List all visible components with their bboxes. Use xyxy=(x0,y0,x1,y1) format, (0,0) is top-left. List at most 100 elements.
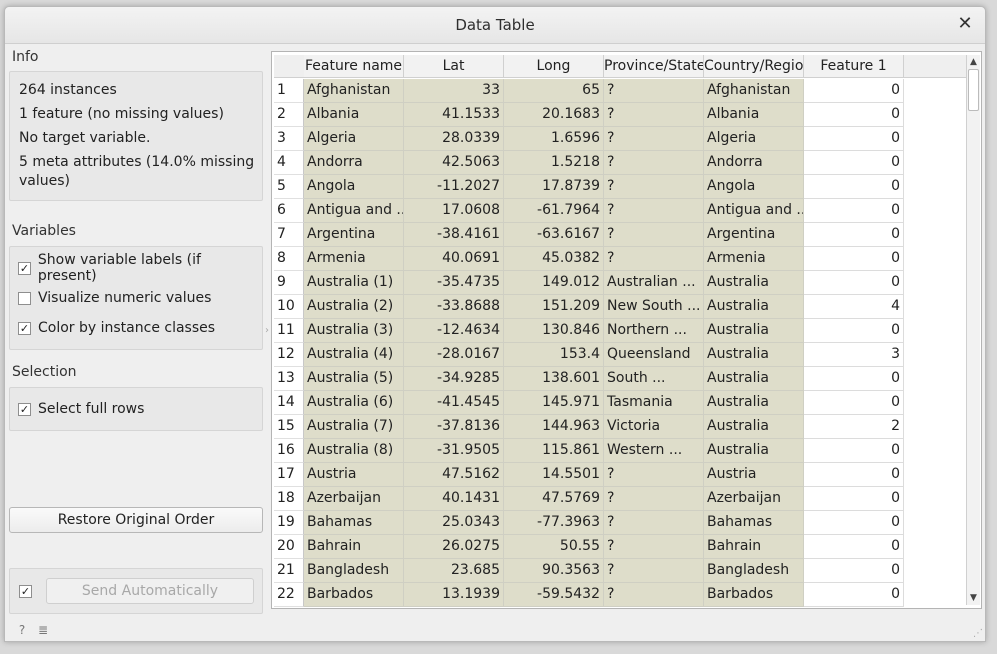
color-by-class-checkbox[interactable]: ✓ xyxy=(18,321,31,335)
country-region-cell[interactable]: Afghanistan xyxy=(704,79,804,103)
feature-name-cell[interactable]: Australia (8) xyxy=(304,439,404,463)
lat-cell[interactable]: 42.5063 xyxy=(404,151,504,175)
feature-1-cell[interactable]: 0 xyxy=(804,223,904,247)
province-state-cell[interactable]: ? xyxy=(604,79,704,103)
country-region-cell[interactable]: Albania xyxy=(704,103,804,127)
table-row[interactable]: 2 Albania 41.1533 20.1683? Albania 0 xyxy=(274,103,904,127)
province-state-cell[interactable]: ? xyxy=(604,175,704,199)
province-state-cell[interactable]: South ... xyxy=(604,367,704,391)
col-country-region-header[interactable]: Country/Region xyxy=(704,55,804,78)
feature-name-cell[interactable]: Armenia xyxy=(304,247,404,271)
select-full-rows-checkbox[interactable]: ✓ xyxy=(18,402,31,416)
country-region-cell[interactable]: Australia xyxy=(704,367,804,391)
col-long-header[interactable]: Long xyxy=(504,55,604,78)
province-state-cell[interactable]: New South ... xyxy=(604,295,704,319)
row-index[interactable]: 11 xyxy=(274,319,304,343)
table-row[interactable]: 5 Angola -11.2027 17.8739? Angola 0 xyxy=(274,175,904,199)
table-row[interactable]: 16 Australia (8) -31.9505 115.861 Western ..… xyxy=(274,439,904,463)
country-region-cell[interactable]: Argentina xyxy=(704,223,804,247)
feature-1-cell[interactable]: 0 xyxy=(804,511,904,535)
country-region-cell[interactable]: Andorra xyxy=(704,151,804,175)
country-region-cell[interactable]: Azerbaijan xyxy=(704,487,804,511)
country-region-cell[interactable]: Algeria xyxy=(704,127,804,151)
long-cell[interactable]: 130.846 xyxy=(504,319,604,343)
corner-header[interactable] xyxy=(274,55,304,78)
lat-cell[interactable]: 23.685 xyxy=(404,559,504,583)
feature-name-cell[interactable]: Australia (1) xyxy=(304,271,404,295)
long-cell[interactable]: 149.012 xyxy=(504,271,604,295)
feature-1-cell[interactable]: 0 xyxy=(804,535,904,559)
long-cell[interactable]: 45.0382 xyxy=(504,247,604,271)
row-index[interactable]: 19 xyxy=(274,511,304,535)
feature-name-cell[interactable]: Australia (7) xyxy=(304,415,404,439)
table-row[interactable]: 4 Andorra 42.5063 1.5218? Andorra 0 xyxy=(274,151,904,175)
table-row[interactable]: 15 Australia (7) -37.8136 144.963 Victoria Au… xyxy=(274,415,904,439)
province-state-cell[interactable]: ? xyxy=(604,535,704,559)
long-cell[interactable]: 151.209 xyxy=(504,295,604,319)
table-row[interactable]: 19 Bahamas 25.0343 -77.3963? Bahamas 0 xyxy=(274,511,904,535)
long-cell[interactable]: 1.6596 xyxy=(504,127,604,151)
show-labels-checkbox[interactable]: ✓ xyxy=(18,261,31,275)
lat-cell[interactable]: -31.9505 xyxy=(404,439,504,463)
feature-name-cell[interactable]: Bahrain xyxy=(304,535,404,559)
province-state-cell[interactable]: ? xyxy=(604,223,704,247)
country-region-cell[interactable]: Austria xyxy=(704,463,804,487)
select-full-rows-option[interactable]: ✓ Select full rows xyxy=(18,399,144,419)
lat-cell[interactable]: 47.5162 xyxy=(404,463,504,487)
table-row[interactable]: 22 Barbados 13.1939 -59.5432? Barbados 0 xyxy=(274,583,904,607)
feature-1-cell[interactable]: 0 xyxy=(804,439,904,463)
row-index[interactable]: 1 xyxy=(274,79,304,103)
table-row[interactable]: 8 Armenia 40.0691 45.0382? Armenia 0 xyxy=(274,247,904,271)
scroll-up-icon[interactable]: ▲ xyxy=(967,56,980,68)
table-row[interactable]: 12 Australia (4) -28.0167 153.4 Queensland Au… xyxy=(274,343,904,367)
feature-1-cell[interactable]: 0 xyxy=(804,367,904,391)
feature-name-cell[interactable]: Algeria xyxy=(304,127,404,151)
province-state-cell[interactable]: Northern ... xyxy=(604,319,704,343)
feature-name-cell[interactable]: Angola xyxy=(304,175,404,199)
row-index[interactable]: 16 xyxy=(274,439,304,463)
row-index[interactable]: 5 xyxy=(274,175,304,199)
lat-cell[interactable]: 25.0343 xyxy=(404,511,504,535)
province-state-cell[interactable]: ? xyxy=(604,247,704,271)
country-region-cell[interactable]: Australia xyxy=(704,319,804,343)
table-row[interactable]: 13 Australia (5) -34.9285 138.601 South ... A… xyxy=(274,367,904,391)
table-row[interactable]: 11 Australia (3) -12.4634 130.846 Northern .… xyxy=(274,319,904,343)
title-bar[interactable]: Data Table ✕ xyxy=(5,7,985,44)
long-cell[interactable]: 50.55 xyxy=(504,535,604,559)
feature-1-cell[interactable]: 0 xyxy=(804,271,904,295)
table-row[interactable]: 3 Algeria 28.0339 1.6596? Algeria 0 xyxy=(274,127,904,151)
row-index[interactable]: 12 xyxy=(274,343,304,367)
country-region-cell[interactable]: Australia xyxy=(704,439,804,463)
feature-1-cell[interactable]: 4 xyxy=(804,295,904,319)
province-state-cell[interactable]: Australian ... xyxy=(604,271,704,295)
col-feature-name-header[interactable]: Feature name xyxy=(304,55,404,78)
country-region-cell[interactable]: Armenia xyxy=(704,247,804,271)
country-region-cell[interactable]: Bahamas xyxy=(704,511,804,535)
table-row[interactable]: 17 Austria 47.5162 14.5501? Austria 0 xyxy=(274,463,904,487)
country-region-cell[interactable]: Bangladesh xyxy=(704,559,804,583)
long-cell[interactable]: 145.971 xyxy=(504,391,604,415)
lat-cell[interactable]: 41.1533 xyxy=(404,103,504,127)
feature-1-cell[interactable]: 0 xyxy=(804,127,904,151)
province-state-cell[interactable]: ? xyxy=(604,199,704,223)
long-cell[interactable]: 153.4 xyxy=(504,343,604,367)
province-state-cell[interactable]: ? xyxy=(604,151,704,175)
help-icon[interactable]: ? xyxy=(15,623,29,637)
province-state-cell[interactable]: ? xyxy=(604,583,704,607)
province-state-cell[interactable]: ? xyxy=(604,511,704,535)
province-state-cell[interactable]: ? xyxy=(604,487,704,511)
lat-cell[interactable]: 28.0339 xyxy=(404,127,504,151)
row-index[interactable]: 21 xyxy=(274,559,304,583)
feature-1-cell[interactable]: 0 xyxy=(804,247,904,271)
col-province-state-header[interactable]: Province/State xyxy=(604,55,704,78)
table-row[interactable]: 21 Bangladesh 23.685 90.3563? Bangladesh 0 xyxy=(274,559,904,583)
lat-cell[interactable]: 17.0608 xyxy=(404,199,504,223)
row-index[interactable]: 6 xyxy=(274,199,304,223)
lat-cell[interactable]: -34.9285 xyxy=(404,367,504,391)
row-index[interactable]: 2 xyxy=(274,103,304,127)
table-row[interactable]: 14 Australia (6) -41.4545 145.971 Tasmania Au… xyxy=(274,391,904,415)
show-labels-option[interactable]: ✓ Show variable labels (if present) xyxy=(18,252,262,284)
send-auto-checkbox[interactable]: ✓ xyxy=(19,585,32,598)
province-state-cell[interactable]: Victoria xyxy=(604,415,704,439)
restore-original-order-button[interactable]: Restore Original Order xyxy=(9,507,263,533)
